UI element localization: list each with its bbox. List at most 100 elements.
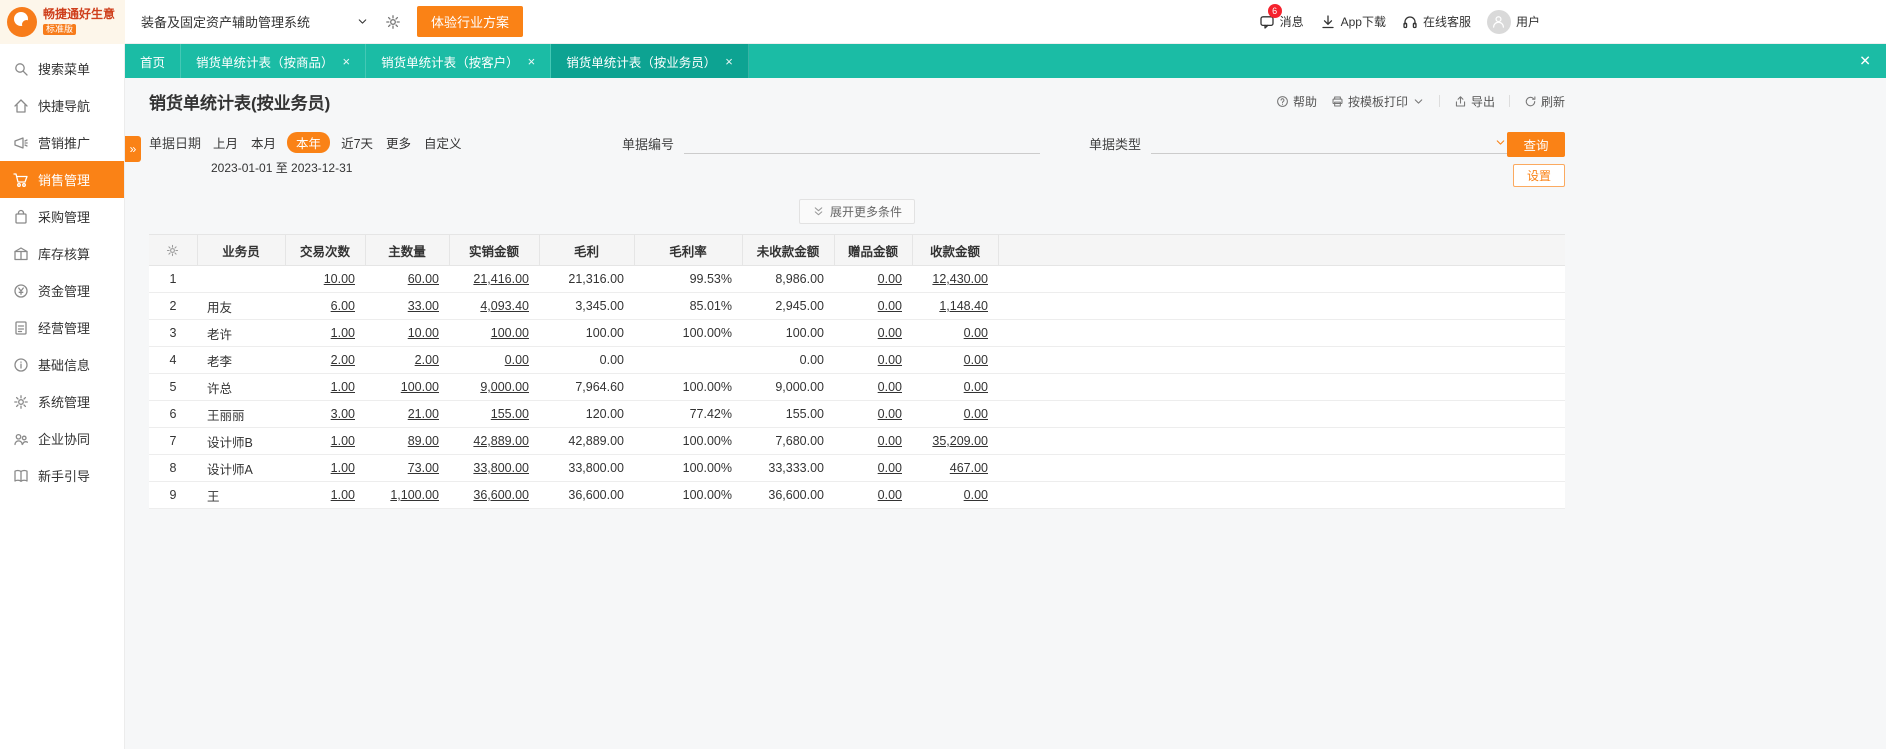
drilldown-link[interactable]: 35,209.00 [932,434,988,448]
cell-qty[interactable]: 33.00 [365,292,449,320]
drilldown-link[interactable]: 0.00 [878,272,902,286]
help-button[interactable]: 帮助 [1276,93,1317,110]
cell-qty[interactable]: 73.00 [365,454,449,482]
drilldown-link[interactable]: 0.00 [878,353,902,367]
cell-received[interactable]: 0.00 [912,400,998,428]
tab-close-icon[interactable]: × [343,54,351,69]
drilldown-link[interactable]: 0.00 [878,299,902,313]
sidebar-item-base-info[interactable]: 基础信息 [0,346,124,383]
cell-trades[interactable]: 1.00 [285,373,365,401]
cell-sales[interactable]: 100.00 [449,319,539,347]
cell-trades[interactable]: 1.00 [285,454,365,482]
sidebar-item-funds[interactable]: 资金管理 [0,272,124,309]
date-option-0[interactable]: 上月 [211,132,240,153]
cell-gift[interactable]: 0.00 [834,319,912,347]
drilldown-link[interactable]: 0.00 [878,461,902,475]
drilldown-link[interactable]: 155.00 [491,407,529,421]
sidebar-item-search-menu[interactable]: 搜索菜单 [0,50,124,87]
drilldown-link[interactable]: 0.00 [964,353,988,367]
date-option-3[interactable]: 近7天 [339,132,375,153]
drilldown-link[interactable]: 0.00 [878,434,902,448]
drilldown-link[interactable]: 0.00 [964,326,988,340]
cell-received[interactable]: 1,148.40 [912,292,998,320]
cell-gift[interactable]: 0.00 [834,427,912,455]
export-button[interactable]: 导出 [1454,93,1495,110]
sidebar-item-inventory[interactable]: 库存核算 [0,235,124,272]
drilldown-link[interactable]: 1.00 [331,434,355,448]
cell-gift[interactable]: 0.00 [834,265,912,293]
system-select[interactable]: 装备及固定资产辅助管理系统 [141,12,369,31]
cell-received[interactable]: 467.00 [912,454,998,482]
cell-received[interactable]: 0.00 [912,481,998,509]
tab-report-by-customer[interactable]: 销货单统计表（按客户） × [366,44,552,78]
drilldown-link[interactable]: 4,093.40 [480,299,529,313]
drilldown-link[interactable]: 0.00 [878,326,902,340]
cell-gift[interactable]: 0.00 [834,400,912,428]
cell-qty[interactable]: 89.00 [365,427,449,455]
doc-no-input[interactable] [683,132,1040,154]
doc-type-select[interactable] [1151,132,1507,154]
cell-trades[interactable]: 1.00 [285,427,365,455]
cell-gift[interactable]: 0.00 [834,292,912,320]
drilldown-link[interactable]: 467.00 [950,461,988,475]
drilldown-link[interactable]: 0.00 [505,353,529,367]
sidebar-item-beginner-guide[interactable]: 新手引导 [0,457,124,494]
settings-button[interactable]: 设置 [1513,164,1565,187]
date-option-5[interactable]: 自定义 [422,132,464,153]
cell-sales[interactable]: 21,416.00 [449,265,539,293]
drilldown-link[interactable]: 0.00 [878,380,902,394]
messages-button[interactable]: 6 消息 [1259,4,1304,30]
drilldown-link[interactable]: 21,416.00 [473,272,529,286]
cell-qty[interactable]: 2.00 [365,346,449,374]
drilldown-link[interactable]: 100.00 [401,380,439,394]
online-service-button[interactable]: 在线客服 [1402,13,1471,30]
column-header-trades[interactable]: 交易次数 [285,234,366,266]
drilldown-link[interactable]: 1,100.00 [390,488,439,502]
drilldown-link[interactable]: 33,800.00 [473,461,529,475]
drilldown-link[interactable]: 33.00 [408,299,439,313]
drilldown-link[interactable]: 2.00 [331,353,355,367]
column-header-received[interactable]: 收款金额 [912,234,999,266]
drilldown-link[interactable]: 0.00 [964,488,988,502]
drilldown-link[interactable]: 21.00 [408,407,439,421]
cell-trades[interactable]: 6.00 [285,292,365,320]
cell-received[interactable]: 0.00 [912,373,998,401]
drilldown-link[interactable]: 3.00 [331,407,355,421]
column-header-name[interactable]: 业务员 [197,234,286,266]
date-option-4[interactable]: 更多 [384,132,413,153]
sidebar-item-sales[interactable]: 销售管理 [0,161,124,198]
cell-received[interactable]: 35,209.00 [912,427,998,455]
tab-close-icon[interactable]: × [528,54,536,69]
drilldown-link[interactable]: 60.00 [408,272,439,286]
cell-sales[interactable]: 9,000.00 [449,373,539,401]
drilldown-link[interactable]: 0.00 [964,380,988,394]
drilldown-link[interactable]: 1.00 [331,461,355,475]
drilldown-link[interactable]: 10.00 [408,326,439,340]
expand-more-button[interactable]: 展开更多条件 [798,199,915,224]
drilldown-link[interactable]: 10.00 [324,272,355,286]
drilldown-link[interactable]: 2.00 [415,353,439,367]
cell-trades[interactable]: 1.00 [285,481,365,509]
column-header-gift[interactable]: 赠品金额 [834,234,913,266]
app-download-button[interactable]: App下载 [1320,13,1386,30]
drilldown-link[interactable]: 42,889.00 [473,434,529,448]
date-option-2[interactable]: 本年 [287,132,331,153]
cell-qty[interactable]: 60.00 [365,265,449,293]
drilldown-link[interactable]: 12,430.00 [932,272,988,286]
cell-trades[interactable]: 3.00 [285,400,365,428]
cell-received[interactable]: 0.00 [912,346,998,374]
drilldown-link[interactable]: 1.00 [331,380,355,394]
date-option-1[interactable]: 本月 [249,132,278,153]
cell-sales[interactable]: 33,800.00 [449,454,539,482]
drilldown-link[interactable]: 1,148.40 [939,299,988,313]
sidebar-item-marketing[interactable]: 营销推广 [0,124,124,161]
close-all-tabs-icon[interactable]: ✕ [1859,53,1871,70]
cell-qty[interactable]: 100.00 [365,373,449,401]
sidebar-item-system[interactable]: 系统管理 [0,383,124,420]
cell-gift[interactable]: 0.00 [834,346,912,374]
sidebar-item-purchase[interactable]: 采购管理 [0,198,124,235]
cell-sales[interactable]: 155.00 [449,400,539,428]
drilldown-link[interactable]: 73.00 [408,461,439,475]
column-header-sales[interactable]: 实销金额 [449,234,540,266]
cell-trades[interactable]: 1.00 [285,319,365,347]
